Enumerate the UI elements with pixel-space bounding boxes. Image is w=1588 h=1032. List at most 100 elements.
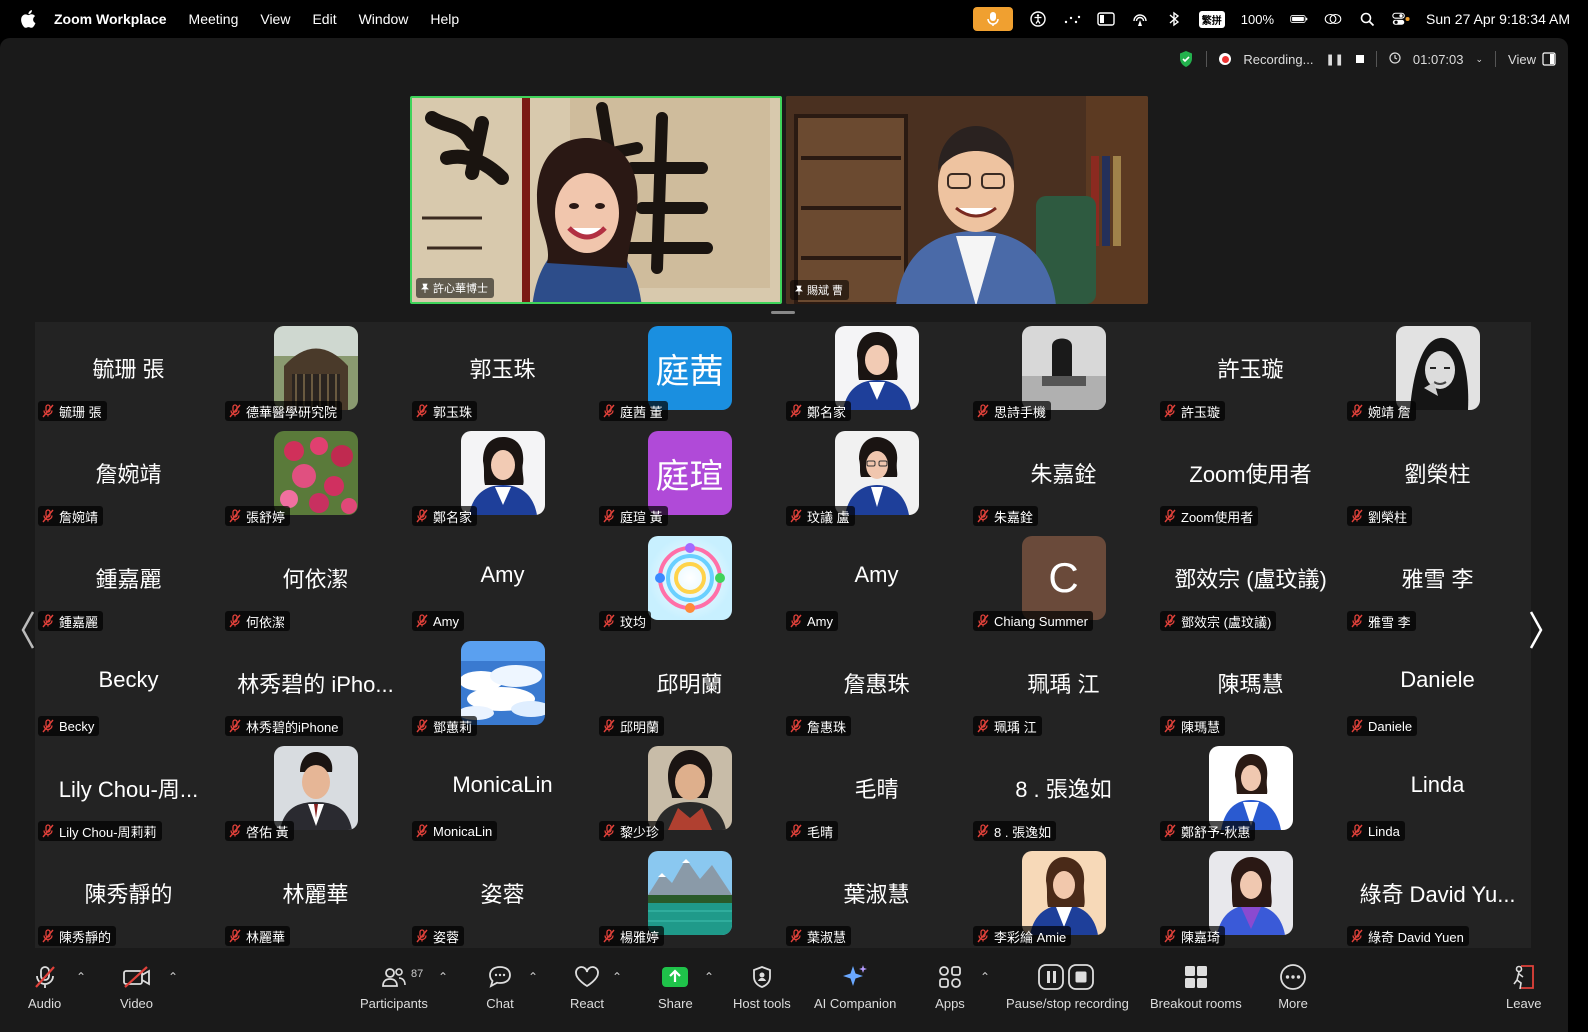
participant-tile[interactable]: C Chiang Summer bbox=[970, 532, 1157, 637]
participant-tile[interactable]: 葉淑慧 葉淑慧 bbox=[783, 847, 970, 952]
participant-tile[interactable]: 鄭舒予-秋惠 bbox=[1157, 742, 1344, 847]
pause-recording-icon[interactable]: ❚❚ bbox=[1325, 53, 1343, 66]
chat-options-caret-icon[interactable]: ⌃ bbox=[528, 970, 538, 984]
participants-options-caret-icon[interactable]: ⌃ bbox=[438, 970, 448, 984]
participant-tile[interactable]: 楊雅婷 bbox=[596, 847, 783, 952]
menu-meeting[interactable]: Meeting bbox=[189, 11, 239, 27]
menu-help[interactable]: Help bbox=[430, 11, 459, 27]
display-icon[interactable] bbox=[1097, 10, 1115, 28]
leave-button[interactable]: Leave bbox=[1506, 962, 1541, 1011]
apple-icon[interactable] bbox=[18, 8, 40, 30]
stop-recording-icon[interactable] bbox=[1355, 55, 1364, 63]
participant-tile[interactable]: 何依潔 何依潔 bbox=[222, 532, 409, 637]
participant-tile[interactable]: 思詩手機 bbox=[970, 322, 1157, 427]
participant-tile[interactable]: MonicaLin MonicaLin bbox=[409, 742, 596, 847]
participant-tile[interactable]: 劉榮柱 劉榮柱 bbox=[1344, 427, 1531, 532]
participant-name: 劉榮柱 bbox=[1368, 509, 1408, 525]
accessibility-icon[interactable] bbox=[1029, 10, 1047, 28]
speaker-video-tile[interactable]: 許心華博士 bbox=[410, 96, 782, 304]
participant-tile[interactable]: 詹婉靖 詹婉靖 bbox=[35, 427, 222, 532]
apps-options-caret-icon[interactable]: ⌃ bbox=[980, 970, 990, 984]
participant-tile[interactable]: 陳瑪慧 陳瑪慧 bbox=[1157, 637, 1344, 742]
participant-tile[interactable]: Amy Amy bbox=[783, 532, 970, 637]
participant-tile[interactable]: 婉靖 詹 bbox=[1344, 322, 1531, 427]
participant-tile[interactable]: 庭茜 庭茜 董 bbox=[596, 322, 783, 427]
view-button[interactable]: View bbox=[1508, 52, 1556, 67]
video-button[interactable]: Video bbox=[120, 962, 153, 1011]
participant-tile[interactable]: 詹惠珠 詹惠珠 bbox=[783, 637, 970, 742]
react-options-caret-icon[interactable]: ⌃ bbox=[612, 970, 622, 984]
spotlight-search-icon[interactable] bbox=[1358, 10, 1376, 28]
participant-tile[interactable]: 邱明蘭 邱明蘭 bbox=[596, 637, 783, 742]
dots-menu-icon[interactable] bbox=[1063, 10, 1081, 28]
participant-tile[interactable]: 雅雪 李雅雪 李 bbox=[1344, 532, 1531, 637]
video-options-caret-icon[interactable]: ⌃ bbox=[168, 970, 178, 984]
participant-name-label: 劉榮柱 bbox=[1347, 506, 1413, 526]
airdrop-icon[interactable] bbox=[1131, 10, 1149, 28]
participant-tile[interactable]: 毓珊 張毓珊 張 bbox=[35, 322, 222, 427]
participant-tile[interactable]: 許玉璇 許玉璇 bbox=[1157, 322, 1344, 427]
share-button[interactable]: Share bbox=[658, 962, 693, 1011]
breakout-rooms-button[interactable]: Breakout rooms bbox=[1150, 962, 1242, 1011]
participant-tile[interactable]: 玟均 bbox=[596, 532, 783, 637]
participant-tile[interactable]: Lily Chou-周... Lily Chou-周莉莉 bbox=[35, 742, 222, 847]
react-button[interactable]: React bbox=[570, 962, 604, 1011]
participant-tile[interactable]: 李彩綸 Amie bbox=[970, 847, 1157, 952]
participant-tile[interactable]: 鍾嘉麗 鍾嘉麗 bbox=[35, 532, 222, 637]
host-tools-button[interactable]: Host tools bbox=[733, 962, 791, 1011]
participant-tile[interactable]: 珮瑀 江珮瑀 江 bbox=[970, 637, 1157, 742]
audio-options-caret-icon[interactable]: ⌃ bbox=[76, 970, 86, 984]
participant-tile[interactable]: 鄧蕙莉 bbox=[409, 637, 596, 742]
more-button[interactable]: More bbox=[1278, 962, 1308, 1011]
participant-tile[interactable]: 毛晴 毛晴 bbox=[783, 742, 970, 847]
participant-tile[interactable]: 姿蓉 姿蓉 bbox=[409, 847, 596, 952]
participant-tile[interactable]: Zoom使用者 Zoom使用者 bbox=[1157, 427, 1344, 532]
participant-tile[interactable]: Linda Linda bbox=[1344, 742, 1531, 847]
menu-window[interactable]: Window bbox=[359, 11, 409, 27]
participant-tile[interactable]: 庭瑄 庭瑄 黃 bbox=[596, 427, 783, 532]
meeting-timer[interactable]: 01:07:03 bbox=[1413, 52, 1464, 67]
participant-tile[interactable]: 林麗華 林麗華 bbox=[222, 847, 409, 952]
participant-tile[interactable]: 鄭名家 bbox=[409, 427, 596, 532]
menubar-datetime[interactable]: Sun 27 Apr 9:18:34 AM bbox=[1426, 11, 1570, 27]
participant-tile[interactable]: 朱嘉銓 朱嘉銓 bbox=[970, 427, 1157, 532]
control-center-icon[interactable] bbox=[1392, 10, 1410, 28]
participant-tile[interactable]: 張舒婷 bbox=[222, 427, 409, 532]
participant-tile[interactable]: 8 . 張逸如 8 . 張逸如 bbox=[970, 742, 1157, 847]
participant-tile[interactable]: 鄧效宗 (盧玟議) 鄧效宗 (盧玟議) bbox=[1157, 532, 1344, 637]
participant-tile[interactable]: 綠奇 David Yu... 綠奇 David Yuen bbox=[1344, 847, 1531, 952]
pause-stop-recording-button[interactable]: Pause/stop recording bbox=[1006, 962, 1129, 1011]
participant-tile[interactable]: Becky Becky bbox=[35, 637, 222, 742]
previous-page-arrow-icon[interactable] bbox=[18, 608, 38, 652]
battery-icon[interactable] bbox=[1290, 10, 1308, 28]
participant-tile[interactable]: 林秀碧的 iPho... 林秀碧的iPhone bbox=[222, 637, 409, 742]
menu-edit[interactable]: Edit bbox=[312, 11, 336, 27]
next-page-arrow-icon[interactable] bbox=[1526, 608, 1546, 652]
participant-tile[interactable]: 陳嘉琦 bbox=[1157, 847, 1344, 952]
participant-tile[interactable]: 玟議 盧 bbox=[783, 427, 970, 532]
participant-tile[interactable]: Daniele Daniele bbox=[1344, 637, 1531, 742]
participant-tile[interactable]: Amy Amy bbox=[409, 532, 596, 637]
participant-tile[interactable]: 郭玉珠 郭玉珠 bbox=[409, 322, 596, 427]
participant-tile[interactable]: 啓佑 黃 bbox=[222, 742, 409, 847]
input-method-icon[interactable]: 繁拼 bbox=[1198, 10, 1225, 28]
audio-button[interactable]: Audio bbox=[28, 962, 61, 1011]
mic-in-use-icon[interactable] bbox=[972, 7, 1013, 31]
apps-button[interactable]: Apps bbox=[935, 962, 965, 1011]
participant-tile[interactable]: 鄭名家 bbox=[783, 322, 970, 427]
chat-button[interactable]: Chat bbox=[485, 962, 515, 1011]
participant-tile[interactable]: 黎少珍 bbox=[596, 742, 783, 847]
participant-tile[interactable]: 德華醫學研究院 bbox=[222, 322, 409, 427]
menu-app-name[interactable]: Zoom Workplace bbox=[54, 11, 167, 27]
encryption-shield-icon[interactable] bbox=[1178, 50, 1194, 68]
share-options-caret-icon[interactable]: ⌃ bbox=[704, 970, 714, 984]
bluetooth-icon[interactable] bbox=[1165, 10, 1183, 28]
speaker-video-tile[interactable]: 賜斌 曹 bbox=[786, 96, 1148, 304]
ai-companion-button[interactable]: AI Companion bbox=[814, 962, 896, 1011]
participant-tile[interactable]: 陳秀靜的 陳秀靜的 bbox=[35, 847, 222, 952]
muted-mic-icon bbox=[602, 404, 616, 418]
chevron-down-icon[interactable]: ⌄ bbox=[1476, 54, 1484, 65]
screen-mirroring-icon[interactable] bbox=[1324, 10, 1342, 28]
menu-view[interactable]: View bbox=[260, 11, 290, 27]
resize-handle[interactable] bbox=[771, 311, 795, 314]
